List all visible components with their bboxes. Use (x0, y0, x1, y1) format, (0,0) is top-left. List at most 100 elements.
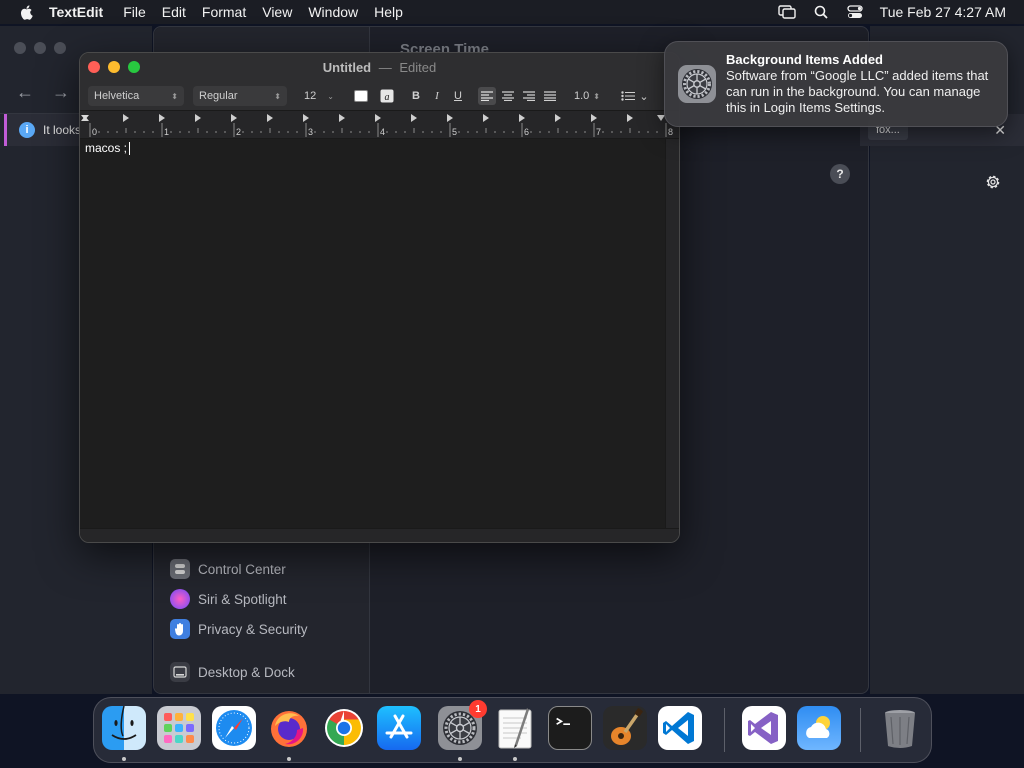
running-indicator (287, 757, 291, 761)
garageband-icon (611, 708, 643, 745)
sidebar-item-siri-spotlight[interactable]: Siri & Spotlight (170, 589, 287, 609)
dock-launchpad[interactable] (157, 706, 201, 750)
ruler-tab-stop (375, 114, 381, 122)
line-spacing-select[interactable]: 1.0 ⬍ (568, 86, 606, 106)
align-right-button[interactable] (520, 87, 538, 105)
dock-app-store[interactable] (377, 706, 421, 750)
dock-finder[interactable] (102, 706, 146, 750)
menu-bar-clock[interactable]: Tue Feb 27 4:27 AM (880, 4, 1006, 20)
ruler-label: 8 (668, 127, 673, 137)
menu-help[interactable]: Help (374, 4, 403, 20)
menu-window[interactable]: Window (308, 4, 358, 20)
bold-button[interactable]: B (408, 87, 424, 105)
highlight-color-button[interactable]: a (378, 87, 396, 105)
ruler-tab-stop (519, 114, 525, 122)
highlight-color-icon: a (380, 89, 394, 103)
align-left-button[interactable] (478, 87, 496, 105)
dock-visual-studio[interactable] (742, 706, 786, 750)
menu-bar: TextEdit File Edit Format View Window He… (0, 0, 1024, 24)
sidebar-item-desktop-dock[interactable]: Desktop & Dock (170, 662, 295, 682)
dock-garageband[interactable] (603, 706, 647, 750)
gear-icon[interactable] (984, 173, 1002, 191)
ruler-tab-stop (231, 114, 237, 122)
forward-arrow-icon[interactable]: → (52, 82, 70, 103)
horizontal-scrollbar[interactable] (80, 528, 679, 542)
menu-view[interactable]: View (262, 4, 292, 20)
text-color-button[interactable] (352, 87, 370, 105)
justify-icon (544, 91, 556, 101)
ruler-tab-stop (555, 114, 561, 122)
sidebar-item-privacy-security[interactable]: Privacy & Security (170, 619, 308, 639)
ruler[interactable]: 0 1 2 3 4 5 6 7 8 (80, 111, 679, 139)
dock-textedit[interactable] (493, 706, 537, 750)
hand-icon (170, 619, 190, 639)
siri-icon (170, 589, 190, 609)
dock-terminal[interactable] (548, 706, 592, 750)
stepper-icon: ⬍ (274, 91, 281, 101)
text-color-swatch (354, 90, 368, 102)
dock-trash[interactable] (878, 706, 922, 750)
dock-chrome[interactable] (322, 706, 366, 750)
svg-text:a: a (385, 92, 390, 103)
format-toolbar: Helvetica ⬍ Regular ⬍ 12 ⌄ a B I U 1.0 ⬍… (80, 81, 679, 111)
document-text: macos ; (85, 141, 128, 155)
font-size-select[interactable]: 12 ⌄ (298, 86, 340, 106)
close-window-button[interactable] (88, 61, 100, 73)
finder-icon (111, 706, 137, 740)
underline-button[interactable]: U (450, 87, 466, 105)
spotlight-search-icon[interactable] (812, 3, 830, 21)
info-banner-text: It looks (43, 123, 82, 137)
chevron-down-icon: ⌄ (639, 90, 649, 103)
align-right-icon (523, 91, 535, 101)
weather-icon (806, 716, 830, 738)
textedit-titlebar[interactable]: Untitled — Edited (80, 53, 679, 81)
minimize-window-button[interactable] (108, 61, 120, 73)
font-family-select[interactable]: Helvetica ⬍ (88, 86, 184, 106)
left-indent-marker[interactable] (81, 116, 89, 121)
textedit-window: Untitled — Edited Helvetica ⬍ Regular ⬍ … (79, 52, 680, 543)
ruler-tab-stop (483, 114, 489, 122)
menu-format[interactable]: Format (202, 4, 246, 20)
text-caret (129, 142, 131, 156)
background-items-notification[interactable]: Background Items Added Software from “Go… (664, 41, 1008, 127)
document-text-area[interactable]: macos ; (80, 139, 666, 529)
control-center-icon[interactable] (846, 3, 864, 21)
dock-weather[interactable] (797, 706, 841, 750)
window-controls (88, 61, 140, 73)
back-arrow-icon[interactable]: ← (16, 82, 34, 103)
sidebar-item-label: Privacy & Security (198, 621, 308, 637)
launchpad-icon (164, 713, 194, 743)
vertical-scrollbar[interactable] (665, 139, 679, 529)
align-center-button[interactable] (499, 87, 517, 105)
menu-edit[interactable]: Edit (162, 4, 186, 20)
menu-app-name[interactable]: TextEdit (49, 4, 103, 20)
dock-firefox[interactable] (267, 706, 311, 750)
ruler-label: 6 (524, 127, 529, 137)
justify-button[interactable] (541, 87, 559, 105)
document-name: Untitled (322, 59, 372, 75)
ruler-label: 5 (452, 127, 457, 137)
dock-safari[interactable] (212, 706, 256, 750)
align-center-icon (502, 91, 514, 101)
sidebar-item-control-center[interactable]: Control Center (170, 559, 286, 579)
ruler-tab-stop (195, 114, 201, 122)
document-content[interactable]: macos ; (85, 141, 131, 156)
list-style-button[interactable]: ⌄ (618, 87, 652, 105)
screen-mirroring-icon[interactable] (777, 3, 796, 21)
italic-button[interactable]: I (429, 87, 445, 105)
menu-file[interactable]: File (123, 4, 146, 20)
ruler-scale: 0 1 2 3 4 5 6 7 8 (81, 114, 673, 137)
notification-body: Software from “Google LLC” added items t… (726, 68, 989, 115)
document-title: Untitled — Edited (323, 60, 437, 75)
zoom-window-button[interactable] (128, 61, 140, 73)
ruler-tab-stop (627, 114, 633, 122)
font-style-select[interactable]: Regular ⬍ (193, 86, 287, 106)
dock-vscode[interactable] (658, 706, 702, 750)
textedit-icon (498, 708, 532, 749)
sidebar-item-label: Control Center (198, 561, 286, 577)
help-button[interactable]: ? (830, 164, 850, 184)
bullet-list-icon (621, 91, 636, 101)
apple-menu-icon[interactable] (19, 4, 35, 20)
stepper-icon: ⬍ (593, 91, 600, 101)
font-family-value: Helvetica (94, 90, 140, 102)
